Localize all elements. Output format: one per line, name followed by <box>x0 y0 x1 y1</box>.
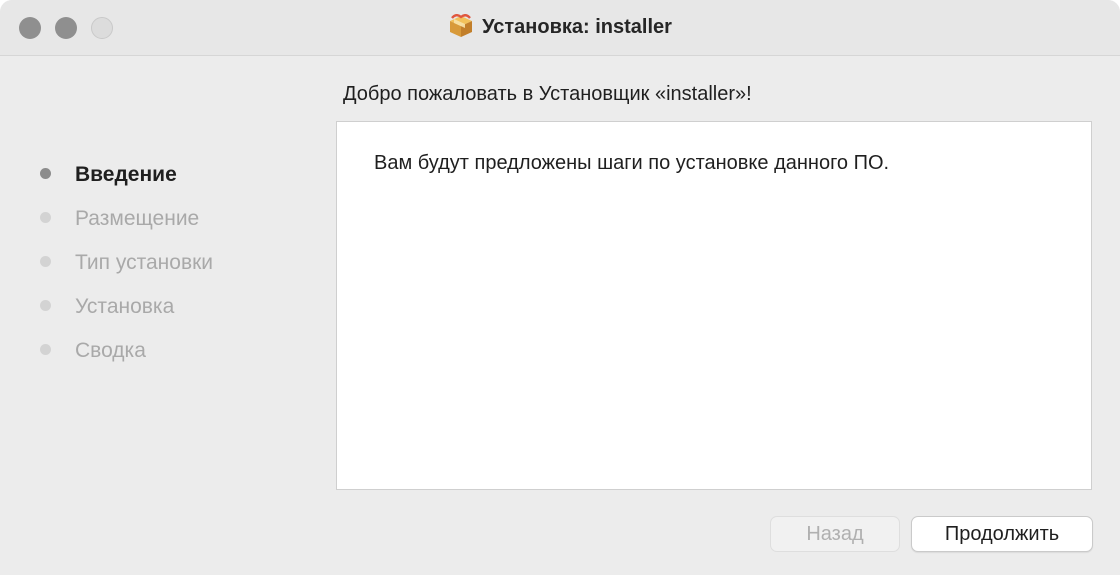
step-indicator-dot <box>40 211 51 223</box>
continue-button[interactable]: Продолжить <box>911 516 1093 552</box>
step-installation-type: Тип установки <box>40 248 213 292</box>
step-indicator-dot <box>40 167 51 179</box>
step-indicator-dot <box>40 255 51 267</box>
step-summary: Сводка <box>40 336 213 380</box>
steps-sidebar: Введение Размещение Тип установки Устано… <box>40 160 213 380</box>
installer-window: Установка: installer Добро пожаловать в … <box>0 0 1120 575</box>
step-destination: Размещение <box>40 204 213 248</box>
step-label: Тип установки <box>75 251 214 274</box>
step-introduction: Введение <box>40 160 213 204</box>
step-label: Установка <box>75 295 175 318</box>
intro-text: Вам будут предложены шаги по установке д… <box>374 152 890 174</box>
welcome-heading: Добро пожаловать в Установщик «installer… <box>343 83 752 105</box>
step-label: Размещение <box>75 207 200 230</box>
step-installation: Установка <box>40 292 213 336</box>
content-pane[interactable]: Вам будут предложены шаги по установке д… <box>336 121 1092 490</box>
package-icon <box>448 13 474 38</box>
step-label: Сводка <box>75 339 146 362</box>
window-title-group: Установка: installer <box>0 13 1120 40</box>
window-title: Установка: installer <box>482 16 672 38</box>
back-button[interactable]: Назад <box>770 516 900 552</box>
title-bar[interactable]: Установка: installer <box>0 0 1120 56</box>
step-indicator-dot <box>40 299 51 311</box>
step-indicator-dot <box>40 343 51 355</box>
step-label: Введение <box>75 163 177 186</box>
